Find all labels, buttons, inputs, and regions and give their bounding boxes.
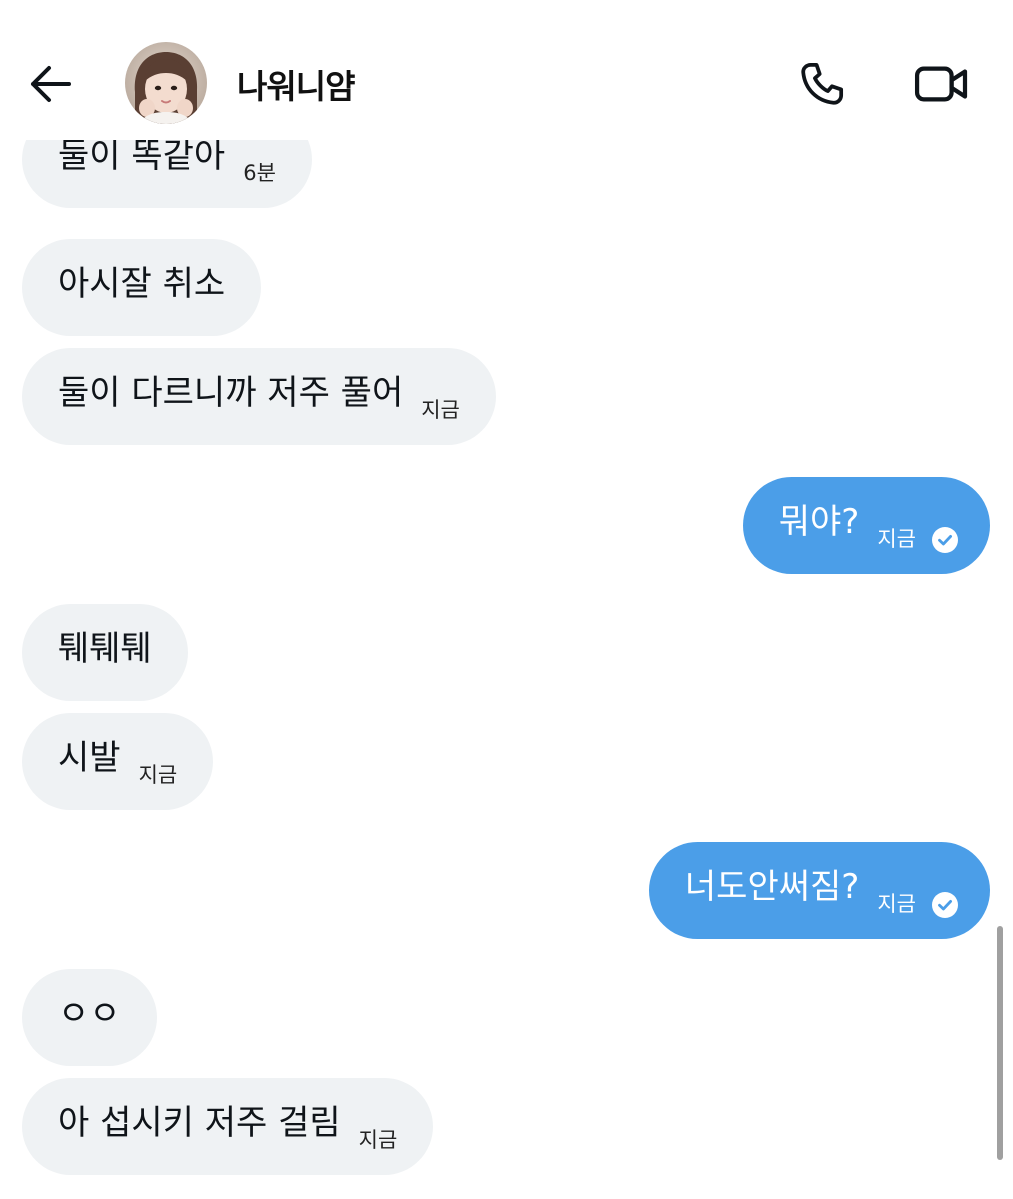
message-timestamp: 지금 bbox=[877, 892, 916, 916]
message-list[interactable]: 둘이 똑같아 6분 아시잘 취소 둘이 다르니까 저주 풀어 지금 뭐야? 지금… bbox=[0, 0, 1013, 1199]
message-bubble-incoming[interactable]: 아 섭시키 저주 걸림 지금 bbox=[22, 1078, 434, 1175]
contact-name[interactable]: 나워니얌 bbox=[237, 60, 355, 108]
scrollbar[interactable] bbox=[997, 926, 1003, 1160]
message-timestamp: 지금 bbox=[877, 527, 916, 551]
message-text: 뭐야? bbox=[778, 501, 860, 542]
message-text: ㅇㅇ bbox=[58, 993, 121, 1034]
message-timestamp: 지금 bbox=[421, 398, 460, 422]
message-timestamp: 지금 bbox=[138, 763, 178, 787]
message-bubble-outgoing[interactable]: 뭐야? 지금 bbox=[742, 477, 990, 574]
message-text: 퉤퉤퉤 bbox=[58, 628, 152, 669]
back-button[interactable] bbox=[22, 56, 78, 112]
message-text: 시발 bbox=[58, 737, 121, 778]
avatar[interactable] bbox=[125, 42, 207, 124]
phone-icon bbox=[801, 62, 844, 105]
avatar-image bbox=[125, 42, 207, 124]
message-bubble-incoming[interactable]: 아시잘 취소 bbox=[22, 239, 262, 336]
video-camera-icon bbox=[914, 66, 968, 102]
message-text: 둘이 다르니까 저주 풀어 bbox=[58, 372, 404, 413]
chat-header: 나워니얌 bbox=[0, 0, 1013, 140]
message-text: 너도안써짐? bbox=[684, 866, 860, 907]
message-timestamp: 6분 bbox=[243, 161, 276, 185]
voice-call-button[interactable] bbox=[790, 52, 854, 116]
message-bubble-incoming[interactable]: 둘이 다르니까 저주 풀어 지금 bbox=[22, 348, 496, 445]
video-call-button[interactable] bbox=[910, 52, 974, 116]
message-bubble-incoming[interactable]: 시발 지금 bbox=[22, 713, 214, 810]
read-check-icon bbox=[932, 526, 958, 553]
chat-screen: 둘이 똑같아 6분 아시잘 취소 둘이 다르니까 저주 풀어 지금 뭐야? 지금… bbox=[0, 0, 1013, 1199]
message-text: 아시잘 취소 bbox=[58, 263, 226, 304]
read-check-icon bbox=[932, 891, 958, 918]
arrow-left-icon bbox=[31, 66, 71, 102]
message-bubble-outgoing[interactable]: 너도안써짐? 지금 bbox=[648, 842, 990, 939]
message-text: 둘이 똑같아 bbox=[58, 135, 226, 176]
message-bubble-incoming[interactable]: ㅇㅇ bbox=[22, 969, 157, 1066]
message-timestamp: 지금 bbox=[358, 1128, 398, 1152]
message-text: 아 섭시키 저주 걸림 bbox=[58, 1102, 341, 1143]
message-bubble-incoming[interactable]: 퉤퉤퉤 bbox=[22, 604, 188, 701]
